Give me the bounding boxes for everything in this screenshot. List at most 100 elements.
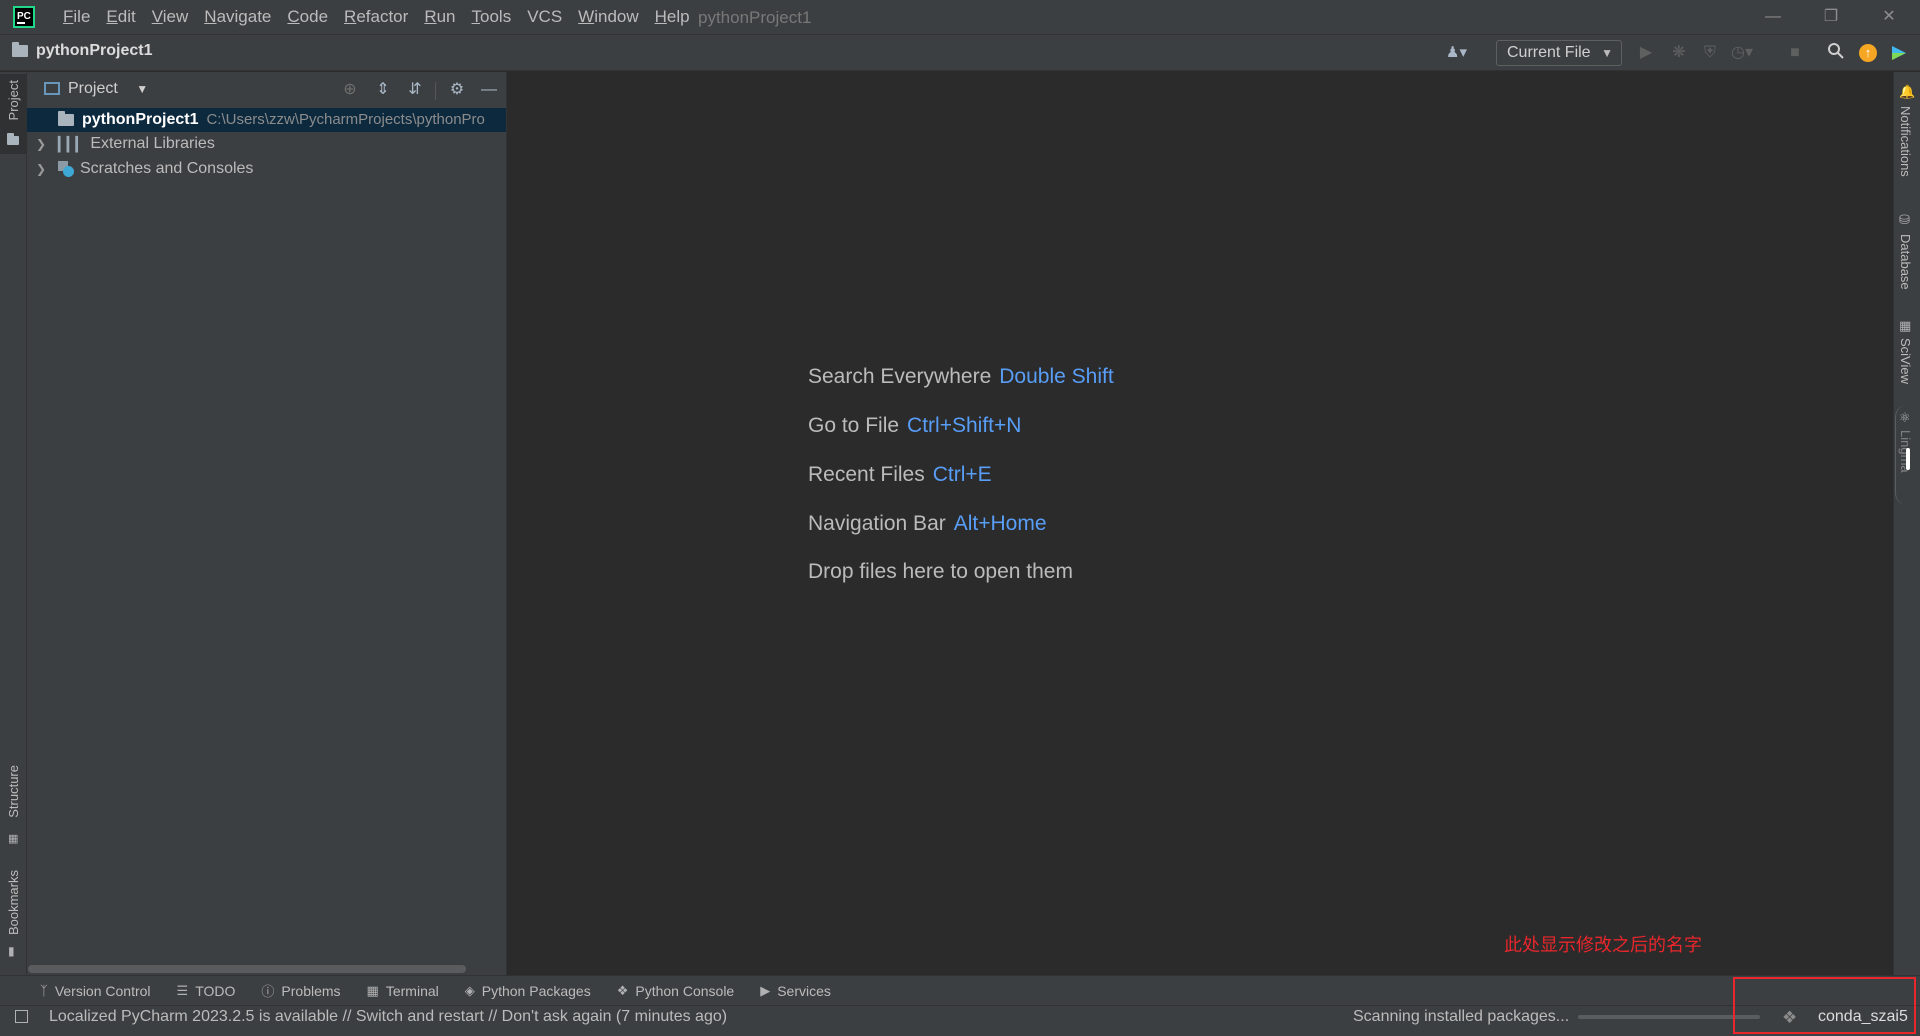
tree-item-scratches[interactable]: ❯ Scratches and Consoles: [34, 157, 253, 181]
menu-navigate[interactable]: Navigate: [196, 7, 279, 27]
structure-tab[interactable]: Structure: [6, 765, 21, 818]
tool-python-console[interactable]: ❖ Python Console: [617, 983, 735, 999]
hint-drop-files: Drop files here to open them: [808, 560, 1073, 583]
restore-button[interactable]: ❐: [1808, 4, 1854, 30]
tree-item-external-libraries[interactable]: ❯ ▎▎▎ External Libraries: [34, 132, 215, 156]
close-button[interactable]: ✕: [1866, 4, 1912, 30]
hint-shortcut: Ctrl+E: [932, 463, 992, 486]
menu-view[interactable]: View: [144, 7, 197, 27]
menu-bar: File Edit View Navigate Code Refactor Ru…: [55, 0, 698, 34]
chevron-down-icon: ▼: [1601, 46, 1613, 60]
menu-code[interactable]: Code: [279, 7, 336, 27]
services-icon: ▶: [760, 982, 771, 998]
sciview-icon: ▦: [1899, 318, 1912, 333]
debug-icon[interactable]: ❋: [1668, 42, 1690, 64]
red-highlight-box: [1733, 977, 1916, 1034]
project-view-selector[interactable]: Project ▼: [68, 80, 148, 98]
terminal-icon: ▦: [366, 982, 379, 998]
chevron-right-icon[interactable]: ❯: [34, 132, 48, 156]
breadcrumb[interactable]: pythonProject1: [12, 42, 152, 60]
update-icon[interactable]: ↑: [1859, 44, 1877, 62]
list-icon: ☰: [176, 982, 189, 998]
hint-shortcut: Double Shift: [999, 365, 1114, 388]
status-message[interactable]: Localized PyCharm 2023.2.5 is available …: [49, 1008, 727, 1026]
toggle-tool-windows-icon[interactable]: [15, 1010, 28, 1023]
coverage-icon[interactable]: ⛨: [1699, 42, 1721, 64]
tool-services[interactable]: ▶ Services: [760, 983, 831, 999]
hint-go-to-file: Go to File Ctrl+Shift+N: [808, 414, 1022, 437]
tool-python-packages[interactable]: ◈ Python Packages: [465, 983, 591, 999]
menu-window[interactable]: Window: [570, 7, 646, 27]
database-icon: ⛁: [1899, 212, 1910, 227]
menu-vcs[interactable]: VCS: [519, 7, 570, 27]
tree-item-label: External Libraries: [90, 135, 215, 152]
expand-all-icon[interactable]: ⇕: [373, 80, 393, 100]
tool-todo[interactable]: ☰ TODO: [177, 983, 236, 999]
library-icon: ▎▎▎: [58, 136, 86, 152]
layers-icon: ◈: [464, 982, 475, 998]
stop-icon[interactable]: ■: [1784, 42, 1806, 64]
jetbrains-ai-icon[interactable]: [1890, 44, 1908, 62]
folder-icon: [58, 111, 74, 126]
hint-recent-files: Recent Files Ctrl+E: [808, 463, 992, 486]
menu-file[interactable]: File: [55, 7, 98, 27]
folder-icon: [7, 133, 19, 145]
bookmark-icon: ▮: [8, 944, 15, 958]
breadcrumb-project: pythonProject1: [36, 42, 153, 59]
horizontal-scrollbar[interactable]: [28, 965, 466, 973]
menu-run[interactable]: Run: [416, 7, 463, 27]
project-panel: [27, 72, 507, 975]
notifications-icon: 🔔: [1899, 84, 1916, 99]
branch-icon: ᛉ: [40, 983, 48, 998]
tree-item-label: Scratches and Consoles: [80, 160, 254, 177]
run-icon[interactable]: ▶: [1635, 42, 1657, 64]
collapse-all-icon[interactable]: ⇵: [405, 80, 425, 100]
project-tab[interactable]: Project: [0, 74, 27, 154]
tool-version-control[interactable]: ᛉ Version Control: [40, 983, 151, 999]
navigation-bar: [0, 34, 1920, 71]
run-config-label: Current File: [1507, 44, 1591, 61]
lingma-handle-bar: [1906, 448, 1910, 470]
info-icon: ⓘ: [261, 984, 275, 999]
tree-item-path: C:\Users\zzw\PycharmProjects\pythonPro: [206, 111, 485, 128]
menu-tools[interactable]: Tools: [464, 7, 520, 27]
tree-item-label: pythonProject1: [82, 111, 199, 128]
window-title: pythonProject1: [698, 8, 812, 27]
svg-text:PC: PC: [17, 11, 31, 22]
tool-terminal[interactable]: ▦ Terminal: [367, 983, 439, 999]
panel-divider: [435, 82, 436, 100]
tool-problems[interactable]: ⓘ Problems: [261, 981, 340, 1000]
right-tool-stripe: [1893, 72, 1920, 975]
search-icon[interactable]: [1825, 42, 1847, 64]
menu-edit[interactable]: Edit: [98, 7, 143, 27]
hint-shortcut: Ctrl+Shift+N: [907, 414, 1022, 437]
sciview-tab[interactable]: SciView: [1898, 338, 1913, 384]
tree-item-project-root[interactable]: pythonProject1 C:\Users\zzw\PycharmProje…: [34, 108, 485, 132]
folder-icon: [12, 42, 28, 57]
minimize-button[interactable]: —: [1750, 4, 1796, 30]
hint-search-everywhere: Search Everywhere Double Shift: [808, 365, 1114, 388]
profile-icon[interactable]: ◷▾: [1731, 42, 1753, 64]
structure-icon: ▦: [8, 833, 19, 845]
run-config-selector[interactable]: Current File ▼: [1496, 40, 1622, 66]
chevron-down-icon: ▼: [136, 82, 149, 96]
python-icon: ❖: [616, 982, 629, 998]
project-view-icon: [44, 82, 60, 95]
menu-help[interactable]: Help: [647, 7, 698, 27]
notifications-tab[interactable]: Notifications: [1898, 106, 1913, 177]
gear-icon[interactable]: ⚙: [447, 80, 467, 100]
hint-navigation-bar: Navigation Bar Alt+Home: [808, 512, 1047, 535]
menu-refactor[interactable]: Refactor: [336, 7, 416, 27]
chevron-right-icon[interactable]: ❯: [34, 157, 48, 181]
scratches-icon: [58, 161, 74, 177]
scanning-status: Scanning installed packages...: [1353, 1008, 1570, 1025]
database-tab[interactable]: Database: [1898, 234, 1913, 290]
hint-shortcut: Alt+Home: [953, 512, 1047, 535]
hide-panel-icon[interactable]: —: [479, 80, 499, 100]
locate-icon[interactable]: ⊕: [340, 80, 360, 100]
pycharm-logo-icon: PC: [13, 6, 35, 28]
user-icon[interactable]: ♟▾: [1446, 43, 1467, 61]
bookmarks-tab[interactable]: Bookmarks: [6, 870, 21, 935]
editor-area[interactable]: [507, 72, 1893, 975]
red-annotation-text: 此处显示修改之后的名字: [1504, 935, 1702, 955]
